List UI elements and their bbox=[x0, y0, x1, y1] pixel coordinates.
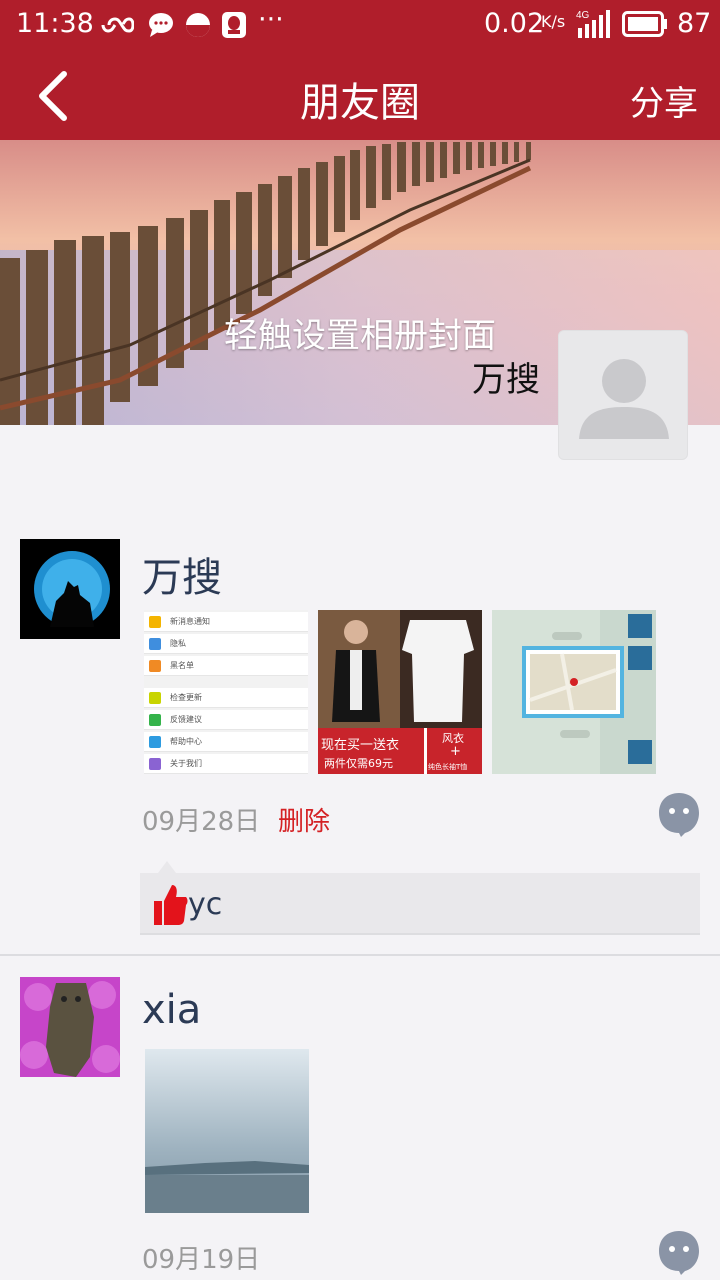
more-notifications-icon: ··· bbox=[258, 4, 284, 35]
post-author[interactable]: 万搜 bbox=[142, 545, 222, 603]
delete-button[interactable]: 删除 bbox=[278, 801, 330, 838]
post-date: 09月28日 bbox=[142, 807, 261, 837]
status-bar: 11:38 ··· 0.02 K/s 4G 87 bbox=[0, 0, 720, 50]
landscape-photo-image bbox=[145, 1049, 309, 1213]
svg-text:+: + bbox=[450, 744, 461, 759]
comment-bubble-icon bbox=[659, 1231, 699, 1275]
svg-text:两件仅需69元: 两件仅需69元 bbox=[324, 757, 393, 770]
map-screenshot-image bbox=[492, 610, 656, 774]
message-bubble-icon bbox=[149, 13, 173, 37]
post-author[interactable]: xia bbox=[142, 987, 201, 1033]
pet-photo-avatar bbox=[20, 977, 120, 1077]
post-date: 09月19日 bbox=[142, 1245, 261, 1275]
svg-text:现在买一送衣: 现在买一送衣 bbox=[321, 737, 399, 753]
post-divider bbox=[0, 954, 720, 956]
thumbs-up-icon bbox=[154, 885, 188, 925]
signal-icon: 4G bbox=[576, 10, 610, 38]
post-avatar[interactable] bbox=[20, 539, 120, 639]
comment-bubble-icon bbox=[659, 793, 699, 837]
qq-icon bbox=[222, 12, 246, 38]
share-button[interactable]: 分享 bbox=[630, 76, 698, 125]
title-bar: 朋友圈 分享 bbox=[0, 50, 720, 140]
comment-button[interactable] bbox=[657, 791, 701, 837]
svg-text:纯色长袖T恤: 纯色长袖T恤 bbox=[428, 762, 467, 771]
liker-name[interactable]: yc bbox=[188, 887, 222, 922]
comment-button[interactable] bbox=[657, 1229, 701, 1275]
owner-avatar[interactable] bbox=[558, 330, 688, 460]
post-image[interactable] bbox=[492, 610, 656, 774]
half-circle-icon bbox=[186, 13, 210, 37]
status-time: 11:38 bbox=[16, 8, 94, 39]
battery-icon bbox=[622, 11, 667, 37]
net-speed: 0.02 bbox=[484, 8, 545, 39]
page-title: 朋友圈 bbox=[300, 80, 420, 126]
battery-percent: 87 bbox=[677, 8, 712, 39]
settings-screenshot: 新消息通知 隐私 黑名单 检查更新 反馈建议 帮助中心 关于我们 bbox=[144, 610, 308, 774]
net-unit: K/s bbox=[541, 12, 566, 31]
post-image[interactable]: 现在买一送衣 两件仅需69元 风衣 + 纯色长袖T恤 bbox=[318, 610, 482, 774]
svg-text:4G: 4G bbox=[576, 10, 590, 21]
wolf-moon-avatar bbox=[20, 539, 120, 639]
cover-owner-name: 万搜 bbox=[472, 360, 540, 400]
clothing-ad-image: 现在买一送衣 两件仅需69元 风衣 + 纯色长袖T恤 bbox=[318, 610, 482, 774]
svg-text:风衣: 风衣 bbox=[442, 731, 464, 745]
post-avatar[interactable] bbox=[20, 977, 120, 1077]
likes-box: yc bbox=[140, 873, 700, 935]
infinity-icon bbox=[101, 17, 134, 33]
post-image[interactable] bbox=[145, 1049, 309, 1213]
post-image[interactable]: 新消息通知 隐私 黑名单 检查更新 反馈建议 帮助中心 关于我们 bbox=[144, 610, 308, 774]
likes-arrow bbox=[158, 861, 176, 873]
default-user-icon bbox=[579, 359, 669, 439]
